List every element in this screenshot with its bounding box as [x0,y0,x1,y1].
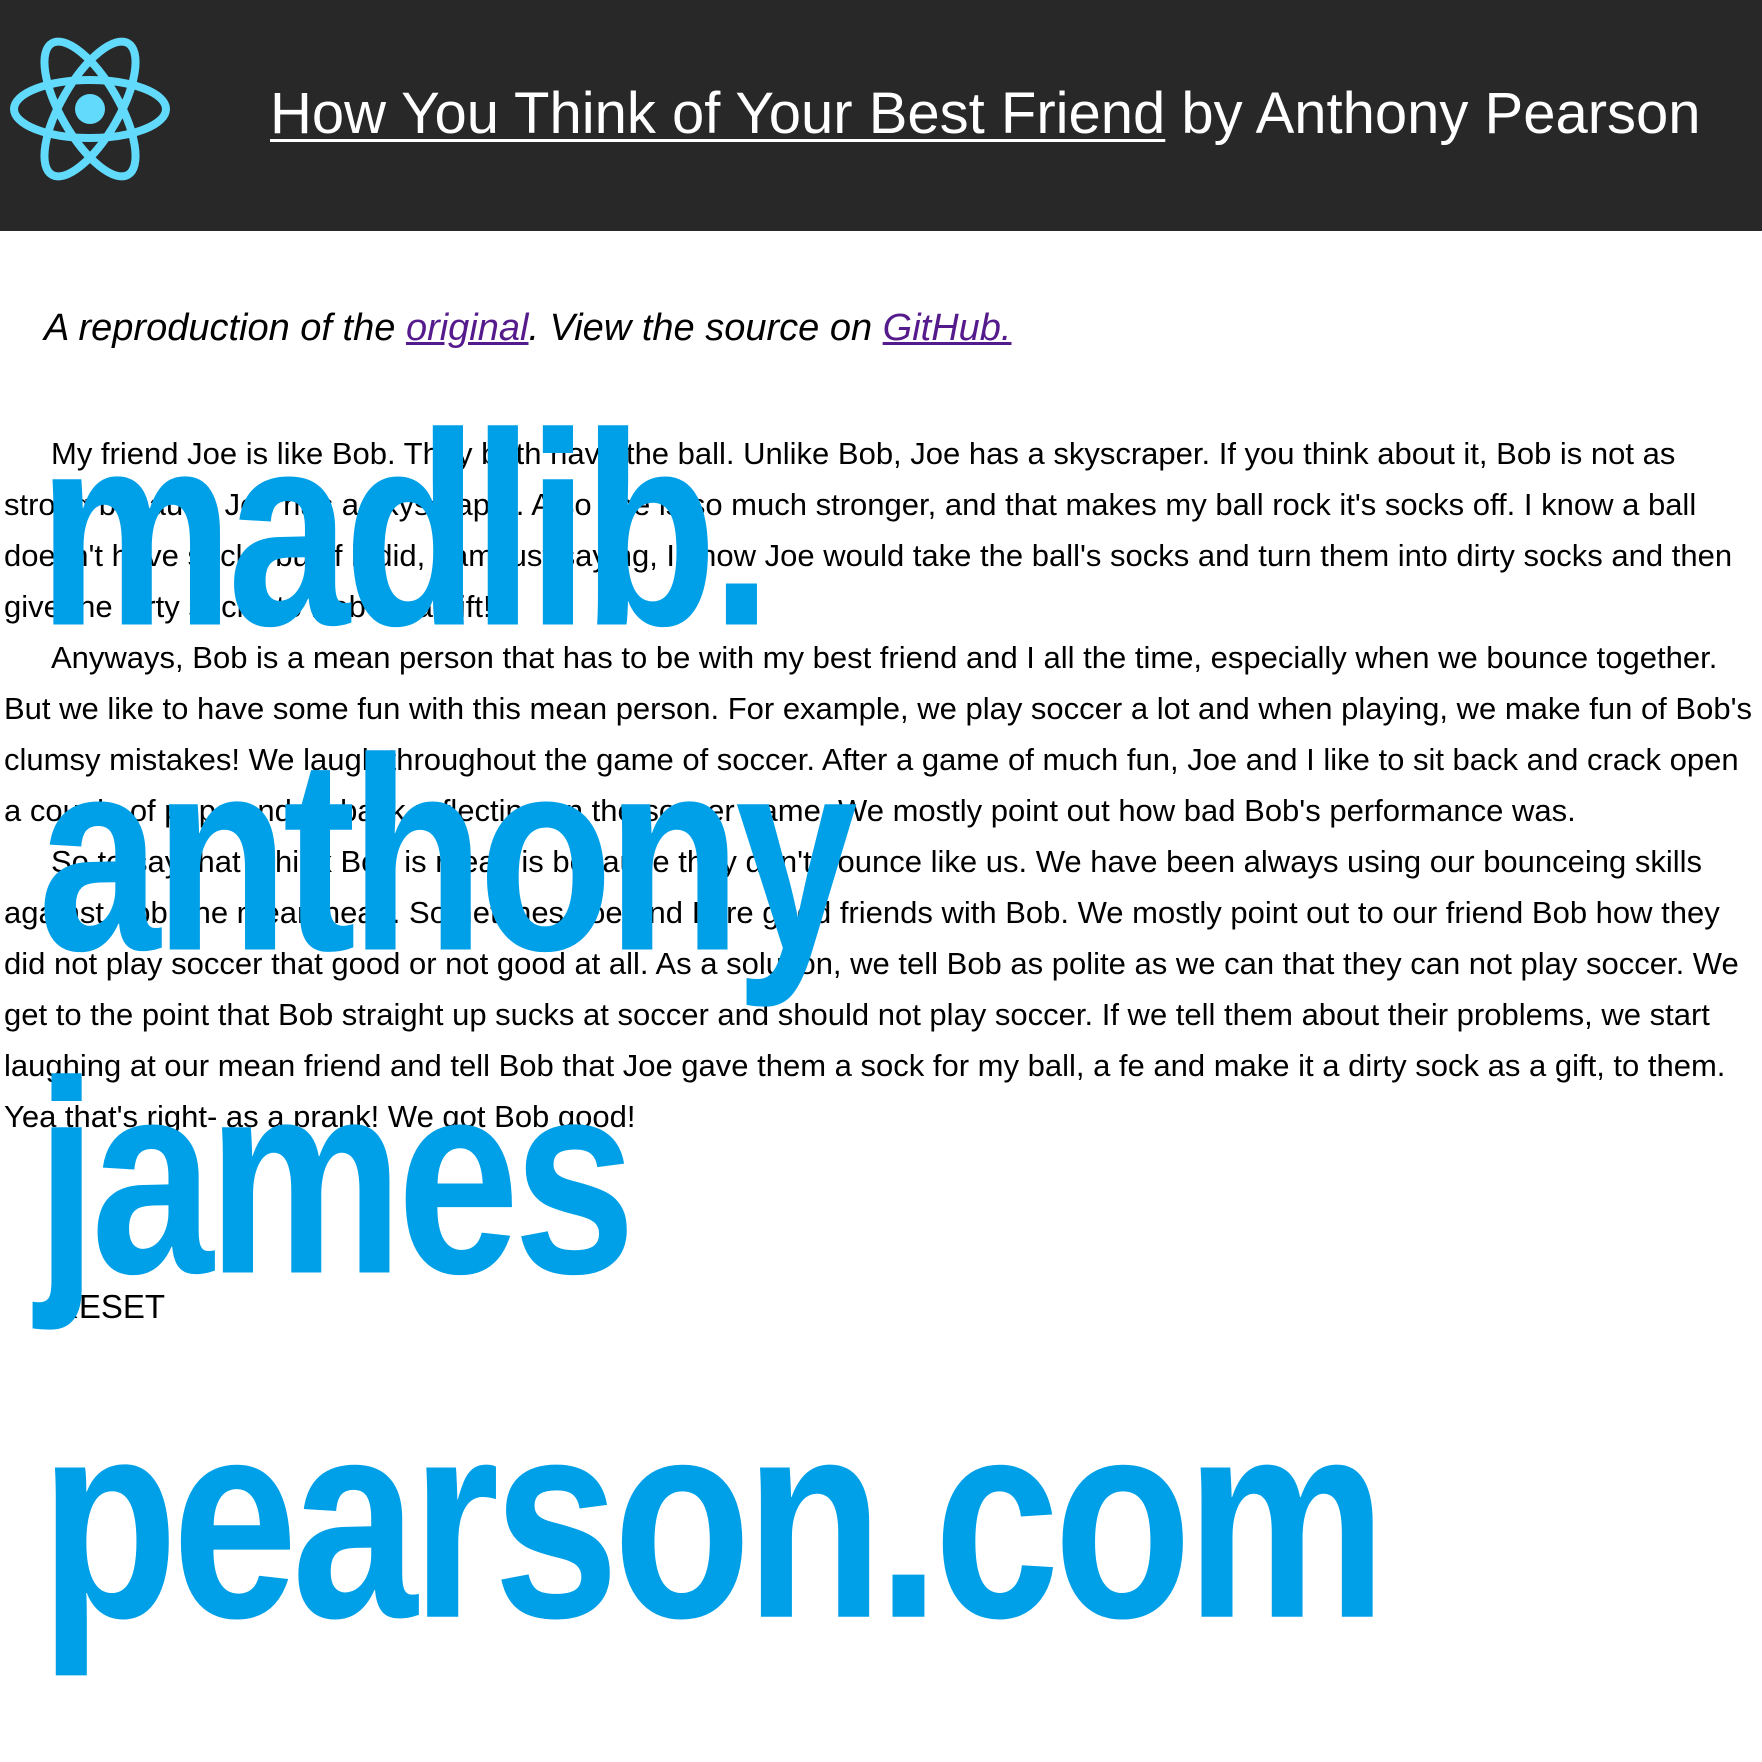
title-link[interactable]: How You Think of Your Best Friend [270,81,1165,146]
page-title: How You Think of Your Best Friend by Ant… [270,76,1701,152]
subtitle-prefix: A reproduction of the [44,307,406,349]
subtitle: A reproduction of the original. View the… [44,303,1011,353]
app-header: How You Think of Your Best Friend by Ant… [0,0,1762,231]
story-paragraph-1: My friend Joe is like Bob. They both hav… [4,436,1733,624]
react-atom-icon[interactable] [6,33,174,185]
original-link[interactable]: original [406,307,529,349]
story-paragraph-2: Anyways, Bob is a mean person that has t… [4,640,1752,828]
madlib-story: My friend Joe is like Bob. They both hav… [4,428,1754,1142]
subtitle-middle: . View the source on [528,307,883,349]
reset-button[interactable]: RESET [46,1283,174,1331]
watermark-line-4: pearson.com [40,1360,1387,1677]
github-link[interactable]: GitHub. [883,307,1012,349]
story-paragraph-3: So to say that I think Bob is mean is be… [4,844,1739,1134]
title-author: by Anthony Pearson [1165,81,1701,146]
